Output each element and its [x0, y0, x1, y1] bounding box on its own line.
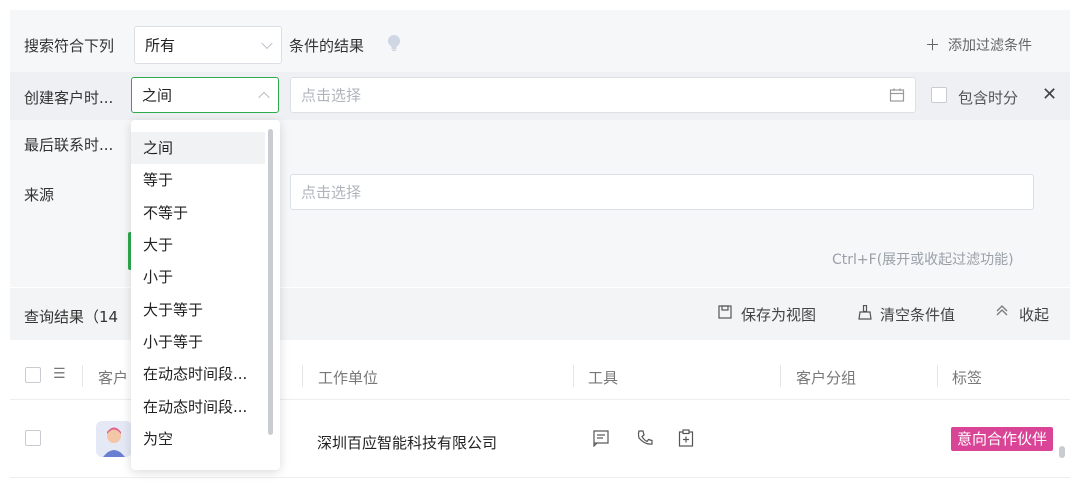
calendar-icon[interactable] [889, 87, 905, 107]
tag-badge[interactable]: 意向合作伙伴 [951, 427, 1054, 451]
dropdown-option[interactable]: 小于等于 [131, 326, 265, 358]
filter-row-label: 来源 [24, 186, 55, 204]
filter-row-label: 最后联系时... [24, 136, 114, 154]
column-separator [302, 365, 303, 387]
dropdown-option[interactable]: 在动态时间段... [131, 391, 265, 423]
save-view-icon [718, 305, 732, 323]
column-header-customer[interactable]: 客户 [98, 367, 128, 388]
dropdown-option[interactable]: 大于 [131, 229, 265, 261]
column-header-tools[interactable]: 工具 [588, 367, 618, 388]
filter-header-suffix: 条件的结果 [289, 37, 365, 55]
column-header-tags[interactable]: 标签 [952, 367, 982, 388]
collapse-button[interactable]: 收起 [1019, 304, 1049, 325]
column-header-company[interactable]: 工作单位 [318, 367, 378, 388]
dropdown-scrollbar[interactable] [268, 129, 273, 435]
add-filter-button[interactable]: 添加过滤条件 [948, 35, 1032, 55]
lightbulb-icon[interactable] [387, 34, 401, 56]
filter-header-prefix: 搜索符合下列 [24, 37, 115, 55]
chevron-double-up-icon [994, 302, 1010, 322]
match-select[interactable]: 所有 [134, 26, 282, 64]
column-separator [82, 365, 83, 387]
chevron-up-icon [258, 91, 270, 104]
company-cell: 深圳百应智能科技有限公司 [317, 434, 498, 452]
filter-row-label: 创建客户时... [24, 89, 114, 107]
source-placeholder: 点击选择 [301, 183, 362, 202]
close-icon[interactable]: ✕ [1042, 84, 1057, 105]
match-select-value: 所有 [145, 36, 176, 55]
shortcut-hint: Ctrl+F(展开或收起过滤功能) [832, 252, 1014, 268]
results-count: 查询结果（14 [24, 308, 119, 326]
task-icon[interactable] [678, 429, 694, 451]
chevron-down-icon [261, 37, 273, 50]
dropdown-option[interactable]: 小于 [131, 261, 265, 293]
column-header-group[interactable]: 客户分组 [796, 367, 856, 388]
avatar [96, 421, 132, 457]
clear-conditions-button[interactable]: 清空条件值 [880, 304, 955, 325]
add-filter-plus-icon: ＋ [925, 36, 941, 54]
column-separator [937, 365, 938, 387]
dropdown-option[interactable]: 不等于 [131, 197, 265, 229]
phone-icon[interactable] [636, 429, 654, 451]
select-all-checkbox[interactable] [25, 367, 41, 383]
column-separator [780, 365, 781, 387]
include-time-checkbox[interactable] [931, 87, 947, 103]
dropdown-option[interactable]: 在动态时间段... [131, 358, 265, 390]
message-icon[interactable] [592, 429, 610, 451]
dropdown-option[interactable]: 大于等于 [131, 294, 265, 326]
operator-select[interactable]: 之间 [131, 77, 279, 113]
dropdown-option[interactable]: 等于 [131, 164, 265, 196]
column-separator [573, 365, 574, 387]
operator-select-value: 之间 [142, 86, 173, 105]
broom-icon [857, 304, 873, 324]
date-range-placeholder: 点击选择 [301, 86, 362, 105]
tag-cell: 意向合作伙伴 [951, 427, 1057, 453]
column-settings-icon[interactable]: ☰ [53, 366, 66, 382]
include-time-label: 包含时分 [958, 89, 1019, 107]
row-checkbox[interactable] [25, 430, 41, 446]
dropdown-option[interactable]: 之间 [131, 132, 265, 164]
operator-dropdown: 之间 等于 不等于 大于 小于 大于等于 小于等于 在动态时间段... 在动态时… [131, 120, 280, 470]
save-view-button[interactable]: 保存为视图 [741, 304, 816, 325]
date-range-input[interactable]: 点击选择 [290, 77, 916, 113]
dropdown-option[interactable]: 为空 [131, 423, 265, 455]
source-input[interactable]: 点击选择 [290, 174, 1034, 210]
horizontal-scrollbar[interactable] [1059, 446, 1065, 458]
